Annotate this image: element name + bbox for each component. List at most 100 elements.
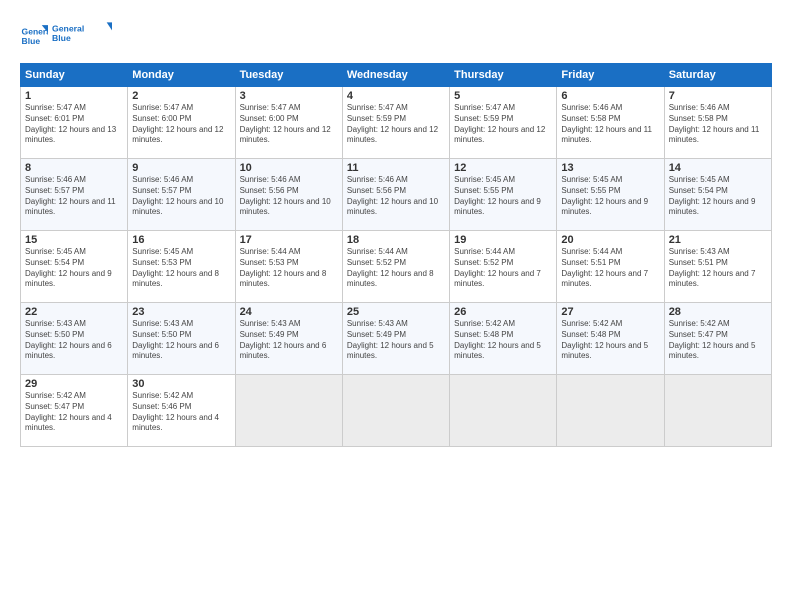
day-number: 30 — [132, 378, 230, 390]
day-info: Sunrise: 5:44 AMSunset: 5:52 PMDaylight:… — [454, 247, 552, 290]
calendar-cell: 1Sunrise: 5:47 AMSunset: 6:01 PMDaylight… — [21, 87, 128, 159]
calendar-table: SundayMondayTuesdayWednesdayThursdayFrid… — [20, 63, 772, 447]
calendar-cell: 4Sunrise: 5:47 AMSunset: 5:59 PMDaylight… — [342, 87, 449, 159]
calendar-cell: 22Sunrise: 5:43 AMSunset: 5:50 PMDayligh… — [21, 303, 128, 375]
calendar-cell: 16Sunrise: 5:45 AMSunset: 5:53 PMDayligh… — [128, 231, 235, 303]
day-number: 2 — [132, 90, 230, 102]
dow-header-thursday: Thursday — [450, 64, 557, 87]
day-number: 5 — [454, 90, 552, 102]
day-number: 14 — [669, 162, 767, 174]
calendar-cell: 26Sunrise: 5:42 AMSunset: 5:48 PMDayligh… — [450, 303, 557, 375]
svg-text:General: General — [22, 26, 48, 36]
day-number: 15 — [25, 234, 123, 246]
day-info: Sunrise: 5:43 AMSunset: 5:51 PMDaylight:… — [669, 247, 767, 290]
day-info: Sunrise: 5:45 AMSunset: 5:54 PMDaylight:… — [25, 247, 123, 290]
day-info: Sunrise: 5:46 AMSunset: 5:58 PMDaylight:… — [561, 103, 659, 146]
day-number: 26 — [454, 306, 552, 318]
day-number: 13 — [561, 162, 659, 174]
svg-text:Blue: Blue — [22, 35, 41, 45]
calendar-cell: 27Sunrise: 5:42 AMSunset: 5:48 PMDayligh… — [557, 303, 664, 375]
calendar-cell: 11Sunrise: 5:46 AMSunset: 5:56 PMDayligh… — [342, 159, 449, 231]
calendar-cell: 23Sunrise: 5:43 AMSunset: 5:50 PMDayligh… — [128, 303, 235, 375]
calendar-cell: 8Sunrise: 5:46 AMSunset: 5:57 PMDaylight… — [21, 159, 128, 231]
day-info: Sunrise: 5:43 AMSunset: 5:50 PMDaylight:… — [25, 319, 123, 362]
day-info: Sunrise: 5:44 AMSunset: 5:52 PMDaylight:… — [347, 247, 445, 290]
day-number: 3 — [240, 90, 338, 102]
dow-header-monday: Monday — [128, 64, 235, 87]
day-info: Sunrise: 5:42 AMSunset: 5:46 PMDaylight:… — [132, 391, 230, 434]
day-number: 4 — [347, 90, 445, 102]
dow-header-tuesday: Tuesday — [235, 64, 342, 87]
calendar-cell: 13Sunrise: 5:45 AMSunset: 5:55 PMDayligh… — [557, 159, 664, 231]
day-info: Sunrise: 5:47 AMSunset: 5:59 PMDaylight:… — [347, 103, 445, 146]
day-info: Sunrise: 5:47 AMSunset: 6:00 PMDaylight:… — [240, 103, 338, 146]
calendar-cell: 3Sunrise: 5:47 AMSunset: 6:00 PMDaylight… — [235, 87, 342, 159]
day-number: 16 — [132, 234, 230, 246]
day-number: 11 — [347, 162, 445, 174]
day-info: Sunrise: 5:43 AMSunset: 5:50 PMDaylight:… — [132, 319, 230, 362]
day-number: 23 — [132, 306, 230, 318]
day-info: Sunrise: 5:46 AMSunset: 5:57 PMDaylight:… — [25, 175, 123, 218]
calendar-cell — [557, 375, 664, 447]
day-info: Sunrise: 5:42 AMSunset: 5:47 PMDaylight:… — [25, 391, 123, 434]
day-number: 25 — [347, 306, 445, 318]
calendar-cell — [450, 375, 557, 447]
calendar-cell — [342, 375, 449, 447]
day-info: Sunrise: 5:42 AMSunset: 5:48 PMDaylight:… — [454, 319, 552, 362]
day-info: Sunrise: 5:45 AMSunset: 5:55 PMDaylight:… — [561, 175, 659, 218]
day-number: 21 — [669, 234, 767, 246]
calendar-cell: 9Sunrise: 5:46 AMSunset: 5:57 PMDaylight… — [128, 159, 235, 231]
dow-header-saturday: Saturday — [664, 64, 771, 87]
svg-text:General: General — [52, 24, 84, 34]
day-info: Sunrise: 5:46 AMSunset: 5:58 PMDaylight:… — [669, 103, 767, 146]
calendar-cell: 24Sunrise: 5:43 AMSunset: 5:49 PMDayligh… — [235, 303, 342, 375]
calendar-cell: 25Sunrise: 5:43 AMSunset: 5:49 PMDayligh… — [342, 303, 449, 375]
day-number: 1 — [25, 90, 123, 102]
calendar-cell: 19Sunrise: 5:44 AMSunset: 5:52 PMDayligh… — [450, 231, 557, 303]
calendar-cell: 10Sunrise: 5:46 AMSunset: 5:56 PMDayligh… — [235, 159, 342, 231]
calendar-cell: 7Sunrise: 5:46 AMSunset: 5:58 PMDaylight… — [664, 87, 771, 159]
day-info: Sunrise: 5:46 AMSunset: 5:57 PMDaylight:… — [132, 175, 230, 218]
day-info: Sunrise: 5:43 AMSunset: 5:49 PMDaylight:… — [240, 319, 338, 362]
calendar-cell: 2Sunrise: 5:47 AMSunset: 6:00 PMDaylight… — [128, 87, 235, 159]
calendar-cell: 15Sunrise: 5:45 AMSunset: 5:54 PMDayligh… — [21, 231, 128, 303]
day-info: Sunrise: 5:45 AMSunset: 5:54 PMDaylight:… — [669, 175, 767, 218]
day-info: Sunrise: 5:47 AMSunset: 5:59 PMDaylight:… — [454, 103, 552, 146]
day-number: 12 — [454, 162, 552, 174]
calendar-cell: 5Sunrise: 5:47 AMSunset: 5:59 PMDaylight… — [450, 87, 557, 159]
calendar-cell: 20Sunrise: 5:44 AMSunset: 5:51 PMDayligh… — [557, 231, 664, 303]
dow-header-friday: Friday — [557, 64, 664, 87]
calendar-cell — [235, 375, 342, 447]
calendar-cell: 12Sunrise: 5:45 AMSunset: 5:55 PMDayligh… — [450, 159, 557, 231]
day-number: 10 — [240, 162, 338, 174]
day-info: Sunrise: 5:44 AMSunset: 5:53 PMDaylight:… — [240, 247, 338, 290]
day-info: Sunrise: 5:45 AMSunset: 5:55 PMDaylight:… — [454, 175, 552, 218]
day-number: 8 — [25, 162, 123, 174]
day-info: Sunrise: 5:42 AMSunset: 5:48 PMDaylight:… — [561, 319, 659, 362]
day-info: Sunrise: 5:47 AMSunset: 6:00 PMDaylight:… — [132, 103, 230, 146]
day-number: 17 — [240, 234, 338, 246]
calendar-cell: 28Sunrise: 5:42 AMSunset: 5:47 PMDayligh… — [664, 303, 771, 375]
day-number: 19 — [454, 234, 552, 246]
day-number: 9 — [132, 162, 230, 174]
calendar-cell: 21Sunrise: 5:43 AMSunset: 5:51 PMDayligh… — [664, 231, 771, 303]
calendar-cell: 14Sunrise: 5:45 AMSunset: 5:54 PMDayligh… — [664, 159, 771, 231]
day-number: 18 — [347, 234, 445, 246]
dow-header-sunday: Sunday — [21, 64, 128, 87]
day-number: 7 — [669, 90, 767, 102]
day-info: Sunrise: 5:42 AMSunset: 5:47 PMDaylight:… — [669, 319, 767, 362]
day-number: 28 — [669, 306, 767, 318]
calendar-cell: 29Sunrise: 5:42 AMSunset: 5:47 PMDayligh… — [21, 375, 128, 447]
svg-text:Blue: Blue — [52, 33, 71, 43]
day-number: 22 — [25, 306, 123, 318]
calendar-cell: 6Sunrise: 5:46 AMSunset: 5:58 PMDaylight… — [557, 87, 664, 159]
day-number: 27 — [561, 306, 659, 318]
day-info: Sunrise: 5:46 AMSunset: 5:56 PMDaylight:… — [347, 175, 445, 218]
day-number: 24 — [240, 306, 338, 318]
dow-header-wednesday: Wednesday — [342, 64, 449, 87]
day-number: 29 — [25, 378, 123, 390]
day-info: Sunrise: 5:44 AMSunset: 5:51 PMDaylight:… — [561, 247, 659, 290]
day-info: Sunrise: 5:47 AMSunset: 6:01 PMDaylight:… — [25, 103, 123, 146]
day-number: 6 — [561, 90, 659, 102]
day-info: Sunrise: 5:45 AMSunset: 5:53 PMDaylight:… — [132, 247, 230, 290]
